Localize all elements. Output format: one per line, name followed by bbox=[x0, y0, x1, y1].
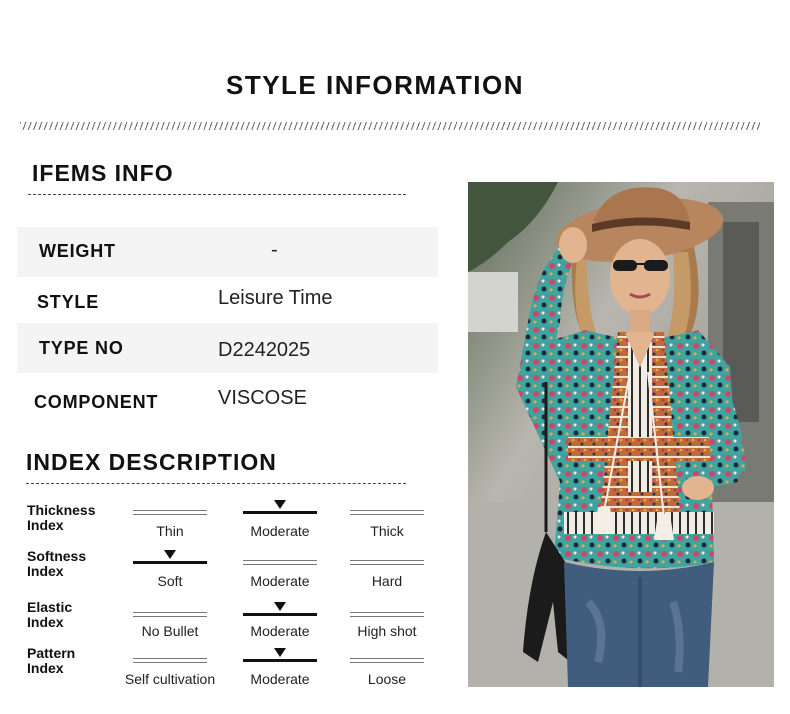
scale-bar bbox=[243, 560, 317, 565]
selected-marker-icon bbox=[164, 550, 176, 559]
info-label: WEIGHT bbox=[39, 241, 116, 261]
items-info-heading: IFEMS INFO bbox=[32, 160, 174, 186]
hatched-divider bbox=[20, 122, 760, 130]
info-value: Leisure Time bbox=[218, 287, 333, 309]
index-label-elastic: Elastic Index bbox=[27, 599, 73, 630]
scale-bar-selected bbox=[243, 659, 317, 662]
selected-marker-icon bbox=[274, 648, 286, 657]
index-label-thickness: Thickness Index bbox=[27, 502, 96, 533]
option-label: Loose bbox=[367, 671, 407, 687]
scale-bar bbox=[350, 612, 424, 617]
info-label: COMPONENT bbox=[34, 392, 159, 412]
info-value: VISCOSE bbox=[218, 387, 307, 409]
scale-bar bbox=[350, 510, 424, 515]
info-row-component: COMPONENT VISCOSE bbox=[17, 375, 438, 425]
scale-bar bbox=[133, 612, 207, 617]
items-info-divider bbox=[28, 194, 406, 195]
index-label-pattern: Pattern Index bbox=[27, 645, 76, 676]
option-label: High shot bbox=[357, 623, 417, 639]
info-row-style: STYLE Leisure Time bbox=[17, 277, 438, 327]
scale-bar bbox=[350, 560, 424, 565]
info-label: STYLE bbox=[37, 292, 100, 312]
index-divider bbox=[26, 483, 406, 484]
index-heading: INDEX DESCRIPTION bbox=[26, 449, 277, 475]
scale-bar-selected bbox=[243, 613, 317, 616]
info-value: D2242025 bbox=[218, 339, 311, 361]
selected-marker-icon bbox=[274, 602, 286, 611]
model-photo bbox=[468, 182, 774, 687]
scale-bar-selected bbox=[133, 561, 207, 564]
info-label: TYPE NO bbox=[39, 338, 124, 358]
scale-bar bbox=[350, 658, 424, 663]
option-label: Hard bbox=[371, 573, 403, 589]
info-value: - bbox=[271, 239, 278, 261]
scale-bar-selected bbox=[243, 511, 317, 514]
scale-bar bbox=[133, 510, 207, 515]
option-label: Thick bbox=[370, 523, 404, 539]
page-title: STYLE INFORMATION bbox=[225, 70, 524, 100]
info-row-weight: WEIGHT - bbox=[17, 227, 438, 277]
selected-marker-icon bbox=[274, 500, 286, 509]
scale-bar bbox=[133, 658, 207, 663]
info-row-type-no: TYPE NO D2242025 bbox=[17, 323, 438, 373]
index-label-softness: Softness Index bbox=[27, 548, 87, 579]
